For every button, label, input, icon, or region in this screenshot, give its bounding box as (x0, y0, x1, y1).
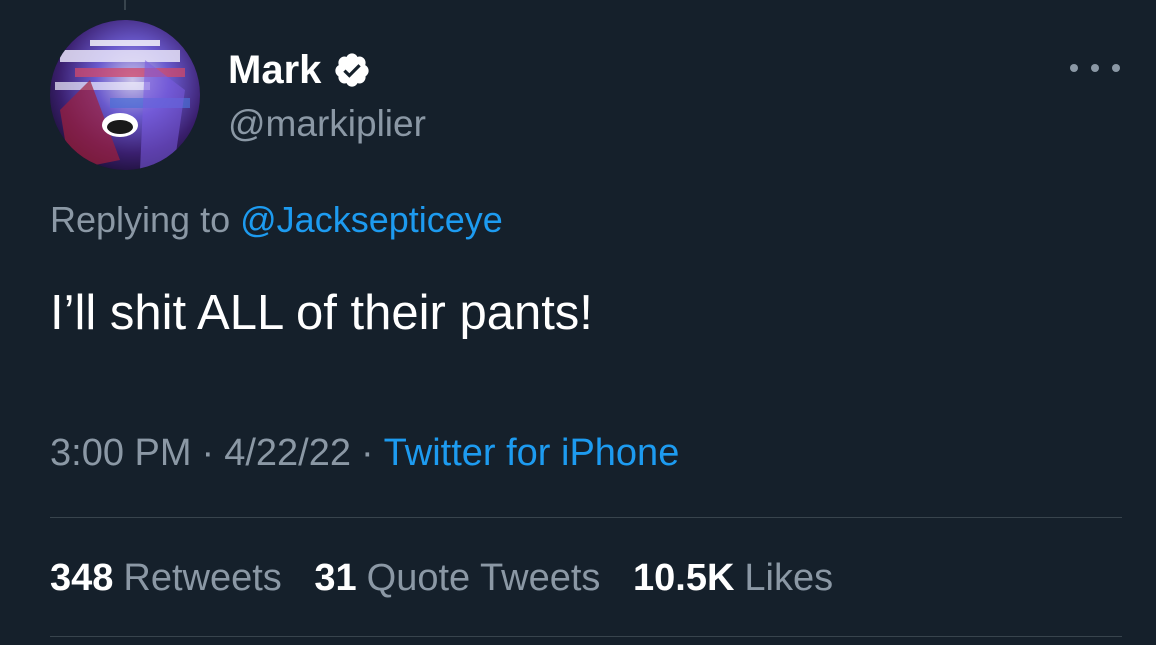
tweet-source-link[interactable]: Twitter for iPhone (384, 432, 680, 474)
quote-tweets-label: Quote Tweets (366, 557, 601, 599)
tweet-text: I’ll shit ALL of their pants! (50, 286, 593, 340)
quote-tweets-count: 31 (314, 557, 357, 599)
divider (50, 517, 1122, 518)
tweet-date[interactable]: 4/22/22 (224, 432, 351, 474)
avatar[interactable] (50, 20, 200, 170)
tweet-card: Mark @markiplier Replying to @Jackseptic… (0, 0, 1156, 645)
more-dot (1112, 64, 1120, 72)
tweet-stats: 348 Retweets 31 Quote Tweets 10.5K Likes (50, 553, 855, 603)
replying-to-label: Replying to (50, 199, 231, 240)
tweet-meta: 3:00 PM · 4/22/22 · Twitter for iPhone (50, 428, 679, 478)
divider (50, 636, 1122, 637)
author-name[interactable]: Mark (228, 45, 321, 95)
more-dot (1091, 64, 1099, 72)
reply-target-link[interactable]: @Jacksepticeye (240, 199, 503, 240)
meta-separator: · (360, 432, 374, 474)
more-options-icon[interactable] (1070, 56, 1120, 80)
retweets-stat[interactable]: 348 Retweets (50, 557, 282, 599)
verified-badge-icon (335, 53, 370, 87)
retweets-label: Retweets (123, 557, 282, 599)
meta-separator: · (201, 432, 215, 474)
more-dot (1070, 64, 1078, 72)
author-name-row[interactable]: Mark (228, 45, 371, 95)
author-handle[interactable]: @markiplier (228, 100, 426, 148)
tweet-time[interactable]: 3:00 PM (50, 432, 192, 474)
avatar-image (50, 20, 200, 170)
quote-tweets-stat[interactable]: 31 Quote Tweets (314, 557, 600, 599)
replying-to: Replying to @Jacksepticeye (50, 196, 503, 244)
thread-line (124, 0, 126, 10)
likes-label: Likes (744, 557, 834, 599)
likes-stat[interactable]: 10.5K Likes (633, 557, 833, 599)
likes-count: 10.5K (633, 557, 735, 599)
retweets-count: 348 (50, 557, 114, 599)
